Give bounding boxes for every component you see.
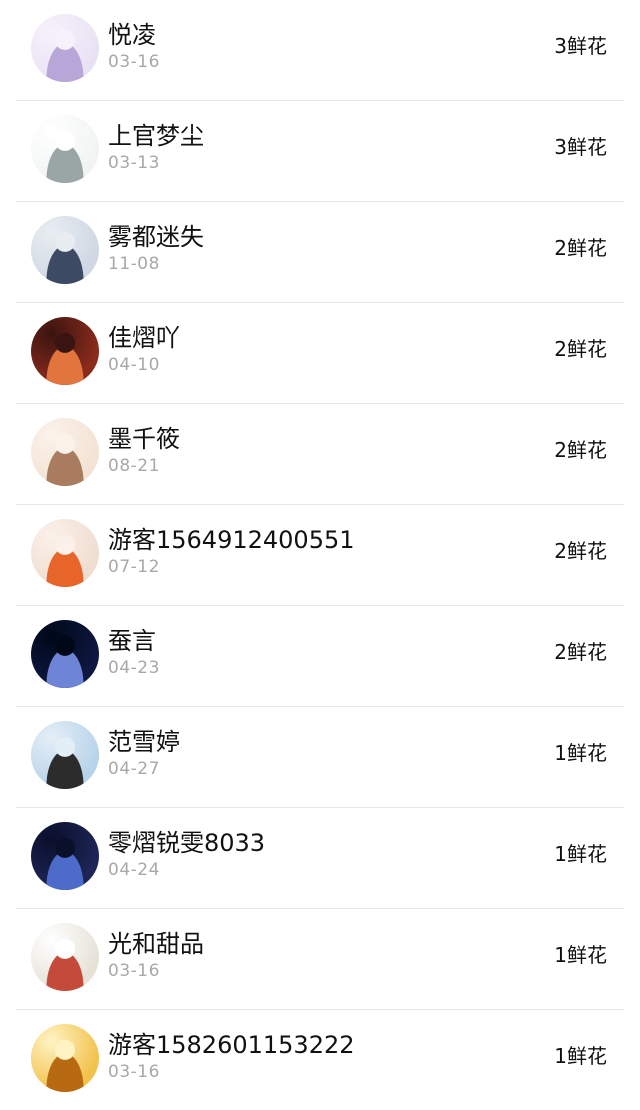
avatar[interactable] xyxy=(31,923,99,991)
list-item[interactable]: 墨千筱 08-21 2鲜花 xyxy=(0,404,640,505)
avatar-boy-anime-icon xyxy=(31,216,99,284)
avatar-orange-anime-icon xyxy=(31,519,99,587)
avatar[interactable] xyxy=(31,317,99,385)
flower-ranking-list: 悦凌 03-16 3鲜花 上官梦尘 03-13 3鲜花 雾都迷失 11-08 2… xyxy=(0,0,640,1110)
list-item[interactable]: 佳熠吖 04-10 2鲜花 xyxy=(0,303,640,404)
avatar-dark-anime-icon xyxy=(31,822,99,890)
user-name: 范雪婷 xyxy=(108,728,180,756)
gift-date: 03-13 xyxy=(108,153,160,173)
user-name: 蚕言 xyxy=(108,627,156,655)
gift-date: 08-21 xyxy=(108,456,160,476)
flower-count: 2鲜花 xyxy=(554,539,607,563)
list-item[interactable]: 游客1582601153222 03-16 1鲜花 xyxy=(0,1010,640,1110)
gift-date: 03-16 xyxy=(108,1062,160,1082)
gift-date: 11-08 xyxy=(108,254,160,274)
list-item[interactable]: 蚕言 04-23 2鲜花 xyxy=(0,606,640,707)
flower-count: 1鲜花 xyxy=(554,741,607,765)
user-name: 悦凌 xyxy=(108,21,156,49)
gift-date: 07-12 xyxy=(108,557,160,577)
flower-count: 2鲜花 xyxy=(554,438,607,462)
flower-count: 1鲜花 xyxy=(554,842,607,866)
list-item[interactable]: 雾都迷失 11-08 2鲜花 xyxy=(0,202,640,303)
avatar[interactable] xyxy=(31,1024,99,1092)
list-item[interactable]: 零熠锐雯8033 04-24 1鲜花 xyxy=(0,808,640,909)
user-name: 上官梦尘 xyxy=(108,122,204,150)
avatar[interactable] xyxy=(31,620,99,688)
flower-count: 2鲜花 xyxy=(554,236,607,260)
avatar[interactable] xyxy=(31,519,99,587)
flower-count: 2鲜花 xyxy=(554,640,607,664)
gift-date: 03-16 xyxy=(108,961,160,981)
list-item[interactable]: 悦凌 03-16 3鲜花 xyxy=(0,0,640,101)
user-name: 墨千筱 xyxy=(108,425,180,453)
gift-date: 03-16 xyxy=(108,52,160,72)
list-item[interactable]: 游客1564912400551 07-12 2鲜花 xyxy=(0,505,640,606)
gift-date: 04-27 xyxy=(108,759,160,779)
flower-count: 2鲜花 xyxy=(554,337,607,361)
list-item[interactable]: 上官梦尘 03-13 3鲜花 xyxy=(0,101,640,202)
avatar-photo-girl-icon xyxy=(31,721,99,789)
avatar[interactable] xyxy=(31,14,99,82)
avatar[interactable] xyxy=(31,721,99,789)
flower-count: 1鲜花 xyxy=(554,1044,607,1068)
avatar-sunflower-icon xyxy=(31,1024,99,1092)
avatar-red-anime-icon xyxy=(31,317,99,385)
flower-count: 3鲜花 xyxy=(554,34,607,58)
gift-date: 04-24 xyxy=(108,860,160,880)
user-name: 零熠锐雯8033 xyxy=(108,829,266,857)
user-name: 游客1582601153222 xyxy=(108,1031,355,1059)
list-item[interactable]: 范雪婷 04-27 1鲜花 xyxy=(0,707,640,808)
user-name: 佳熠吖 xyxy=(108,324,180,352)
user-name: 雾都迷失 xyxy=(108,223,204,251)
avatar-white-anime-icon xyxy=(31,115,99,183)
avatar-night-silhouette-icon xyxy=(31,620,99,688)
flower-count: 3鲜花 xyxy=(554,135,607,159)
flower-count: 1鲜花 xyxy=(554,943,607,967)
gift-date: 04-23 xyxy=(108,658,160,678)
avatar-chibi-girl-icon xyxy=(31,418,99,486)
user-name: 光和甜品 xyxy=(108,930,204,958)
avatar-purple-anime-icon xyxy=(31,14,99,82)
gift-date: 04-10 xyxy=(108,355,160,375)
avatar[interactable] xyxy=(31,115,99,183)
list-item[interactable]: 光和甜品 03-16 1鲜花 xyxy=(0,909,640,1010)
avatar-cartoon-duo-icon xyxy=(31,923,99,991)
avatar[interactable] xyxy=(31,216,99,284)
avatar[interactable] xyxy=(31,822,99,890)
user-name: 游客1564912400551 xyxy=(108,526,355,554)
avatar[interactable] xyxy=(31,418,99,486)
